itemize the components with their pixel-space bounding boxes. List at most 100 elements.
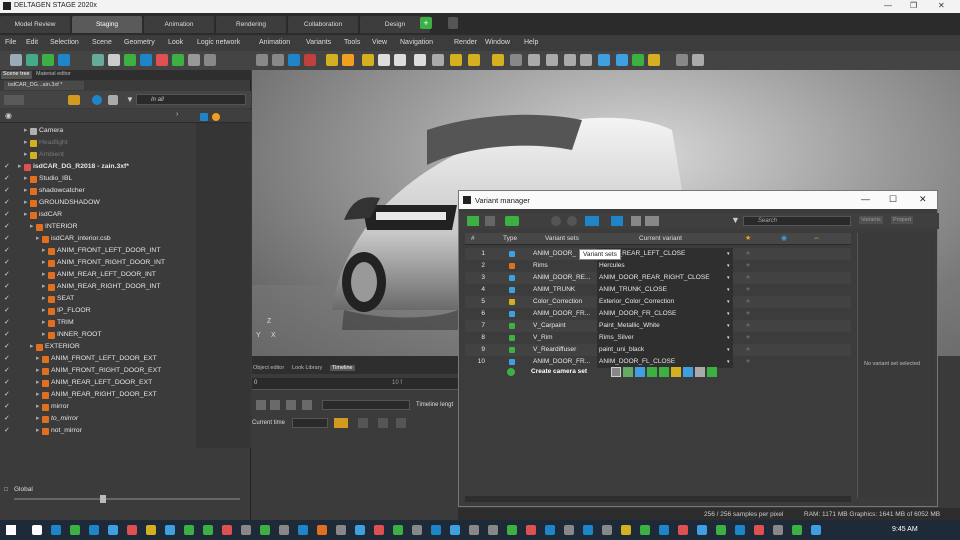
- global-slider-handle[interactable]: [100, 495, 106, 503]
- tree-row[interactable]: ✓ ▸ isdCAR_DG_R2018 - zain.3xf*: [0, 161, 196, 173]
- taskbar-app-31-icon[interactable]: [602, 525, 612, 535]
- type-icon-3[interactable]: [635, 367, 645, 377]
- global-checkbox[interactable]: □: [4, 486, 8, 493]
- close-button[interactable]: ✕: [938, 1, 945, 10]
- toolbar-button-9-icon[interactable]: [156, 54, 168, 66]
- filter-icon[interactable]: ▼: [126, 95, 134, 104]
- tree-row[interactable]: ✓ ▸ ANIM_FRONT_LEFT_DOOR_INT: [0, 245, 196, 257]
- menu-tools[interactable]: Tools: [344, 39, 360, 46]
- visibility-checkbox[interactable]: ✓: [4, 161, 10, 173]
- mode-tab-model-review[interactable]: Model Review: [0, 16, 70, 33]
- taskbar-app-1-icon[interactable]: [32, 525, 42, 535]
- variant-set-name[interactable]: V_Rim: [533, 332, 597, 344]
- keyframe-button[interactable]: [334, 418, 348, 428]
- expand-arrow-icon[interactable]: ▸: [24, 149, 27, 161]
- vm-tool-9-icon[interactable]: [645, 216, 659, 226]
- current-variant-select[interactable]: ANIM_DOOR_FR_CLOSE: [597, 308, 733, 320]
- expand-arrow-icon[interactable]: ▸: [36, 365, 39, 377]
- dropdown-arrow-icon[interactable]: ▾: [727, 248, 730, 260]
- toolbar-button-25-icon[interactable]: [468, 54, 480, 66]
- visibility-checkbox[interactable]: ✓: [4, 413, 10, 425]
- taskbar-app-38-icon[interactable]: [735, 525, 745, 535]
- dropdown-arrow-icon[interactable]: ▾: [727, 260, 730, 272]
- expand-arrow-icon[interactable]: ▸: [36, 377, 39, 389]
- filter-search-input[interactable]: In all: [136, 94, 246, 105]
- menu-render[interactable]: Render: [454, 39, 477, 46]
- vm-horizontal-scrollbar[interactable]: [465, 496, 851, 502]
- dropdown-arrow-icon[interactable]: ▾: [727, 356, 730, 368]
- taskbar-app-41-icon[interactable]: [792, 525, 802, 535]
- toolbar-button-34-icon[interactable]: [632, 54, 644, 66]
- taskbar-app-26-icon[interactable]: [507, 525, 517, 535]
- visibility-checkbox[interactable]: ✓: [4, 317, 10, 329]
- tree-row[interactable]: ✓ ▸ isdCAR_interior.csb: [0, 233, 196, 245]
- favorite-star-icon[interactable]: ★: [745, 308, 751, 320]
- menu-file[interactable]: File: [5, 39, 16, 46]
- visibility-column-icon[interactable]: ◉: [5, 111, 12, 120]
- taskbar-app-24-icon[interactable]: [469, 525, 479, 535]
- visibility-checkbox[interactable]: ✓: [4, 257, 10, 269]
- variant-set-name[interactable]: ANIM_DOOR_FR...: [533, 308, 597, 320]
- expand-arrow-icon[interactable]: ▸: [24, 125, 27, 137]
- timeline-tool-3-icon[interactable]: [286, 400, 296, 410]
- mode-tab-animation[interactable]: Animation: [144, 16, 214, 33]
- variant-set-row[interactable]: 1 ANIM_DOOR_ DOOR_REAR_LEFT_CLOSE ▾ ★: [465, 248, 851, 260]
- taskbar-app-10-icon[interactable]: [203, 525, 213, 535]
- timeline-select[interactable]: [322, 400, 410, 410]
- toolbar-button-24-icon[interactable]: [450, 54, 462, 66]
- tree-row[interactable]: ✓ ▸ shadowcatcher: [0, 185, 196, 197]
- taskbar-app-3-icon[interactable]: [70, 525, 80, 535]
- tree-row[interactable]: ✓ ▸ TRIM: [0, 317, 196, 329]
- vm-search-input[interactable]: Search: [743, 216, 851, 226]
- visibility-checkbox[interactable]: ✓: [4, 209, 10, 221]
- variant-set-row[interactable]: 4 ANIM_TRUNK ANIM_TRUNK_CLOSE ▾ ★: [465, 284, 851, 296]
- toolbar-button-37-icon[interactable]: [692, 54, 704, 66]
- tree-row[interactable]: ▸ Headlight: [0, 137, 196, 149]
- toolbar-button-29-icon[interactable]: [546, 54, 558, 66]
- toolbar-button-23-icon[interactable]: [432, 54, 444, 66]
- toolbar-button-36-icon[interactable]: [676, 54, 688, 66]
- variant-set-name[interactable]: ANIM_DOOR_FR...: [533, 356, 597, 368]
- refresh-icon[interactable]: [92, 95, 102, 105]
- expand-arrow-icon[interactable]: ▸: [42, 293, 45, 305]
- visibility-checkbox[interactable]: ✓: [4, 269, 10, 281]
- menu-scene[interactable]: Scene: [92, 39, 112, 46]
- tree-row[interactable]: ✓ ▸ ANIM_FRONT_LEFT_DOOR_EXT: [0, 353, 196, 365]
- create-camera-set-label[interactable]: Create camera set: [531, 368, 587, 375]
- variant-set-row[interactable]: 3 ANIM_DOOR_RE... ANIM_DOOR_REAR_RIGHT_CLO…: [465, 272, 851, 284]
- timeline-tool-2-icon[interactable]: [270, 400, 280, 410]
- file-tab[interactable]: isdCAR_DG...ain.3xf *: [4, 81, 84, 90]
- favorite-star-icon[interactable]: ★: [745, 332, 751, 344]
- expand-arrow-icon[interactable]: ▸: [42, 281, 45, 293]
- toolbar-button-8-icon[interactable]: [140, 54, 152, 66]
- toolbar-button-35-icon[interactable]: [648, 54, 660, 66]
- taskbar-app-35-icon[interactable]: [678, 525, 688, 535]
- menu-help[interactable]: Help: [524, 39, 538, 46]
- vm-tool-4-icon[interactable]: [551, 216, 561, 226]
- toolbar-button-11-icon[interactable]: [188, 54, 200, 66]
- toolbar-button-20-icon[interactable]: [378, 54, 390, 66]
- vm-tool-3-icon[interactable]: [505, 216, 519, 226]
- favorite-star-icon[interactable]: ★: [745, 296, 751, 308]
- add-camera-set-icon[interactable]: [507, 368, 515, 376]
- tree-row[interactable]: ✓ ▸ ANIM_FRONT_RIGHT_DOOR_EXT: [0, 365, 196, 377]
- tree-tool-icon[interactable]: [68, 95, 80, 105]
- vm-filter-icon[interactable]: ▼: [731, 215, 740, 225]
- taskbar-app-4-icon[interactable]: [89, 525, 99, 535]
- expand-arrow-icon[interactable]: ▸: [24, 173, 27, 185]
- tree-row[interactable]: ✓ ▸ IP_FLOOR: [0, 305, 196, 317]
- visibility-checkbox[interactable]: ✓: [4, 329, 10, 341]
- star-column-icon[interactable]: ★: [745, 233, 751, 245]
- tree-row[interactable]: ✓ ▸ INNER_ROOT: [0, 329, 196, 341]
- dropdown-arrow-icon[interactable]: ▾: [727, 284, 730, 296]
- variant-set-name[interactable]: V_Reardiffuser: [533, 344, 597, 356]
- toolbar-button-32-icon[interactable]: [598, 54, 610, 66]
- toolbar-button-17-icon[interactable]: [326, 54, 338, 66]
- toolbar-button-7-icon[interactable]: [124, 54, 136, 66]
- toolbar-button-33-icon[interactable]: [616, 54, 628, 66]
- tree-row[interactable]: ✓ ▸ EXTERIOR: [0, 341, 196, 353]
- tab-variants[interactable]: Variants: [859, 216, 883, 224]
- taskbar-app-29-icon[interactable]: [564, 525, 574, 535]
- favorite-star-icon[interactable]: ★: [745, 272, 751, 284]
- tree-row[interactable]: ✓ ▸ ANIM_REAR_LEFT_DOOR_EXT: [0, 377, 196, 389]
